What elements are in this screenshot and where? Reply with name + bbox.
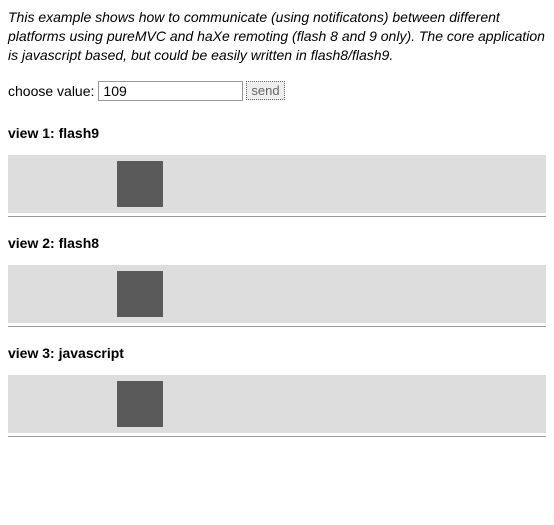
position-block bbox=[117, 161, 163, 207]
view-title: view 2: flash8 bbox=[8, 235, 546, 251]
position-block bbox=[117, 381, 163, 427]
value-input[interactable] bbox=[98, 81, 243, 101]
view-title: view 3: javascript bbox=[8, 345, 546, 361]
value-label: choose value: bbox=[8, 83, 94, 99]
intro-text: This example shows how to communicate (u… bbox=[8, 8, 546, 65]
view-canvas bbox=[8, 375, 546, 433]
view-section-flash8: view 2: flash8 bbox=[8, 235, 546, 327]
view-title: view 1: flash9 bbox=[8, 125, 546, 141]
divider bbox=[8, 326, 546, 327]
position-block bbox=[117, 271, 163, 317]
divider bbox=[8, 436, 546, 437]
send-button[interactable]: send bbox=[246, 81, 284, 100]
view-section-javascript: view 3: javascript bbox=[8, 345, 546, 437]
view-canvas bbox=[8, 155, 546, 213]
value-form: choose value: send bbox=[8, 81, 546, 101]
divider bbox=[8, 216, 546, 217]
view-canvas bbox=[8, 265, 546, 323]
view-section-flash9: view 1: flash9 bbox=[8, 125, 546, 217]
